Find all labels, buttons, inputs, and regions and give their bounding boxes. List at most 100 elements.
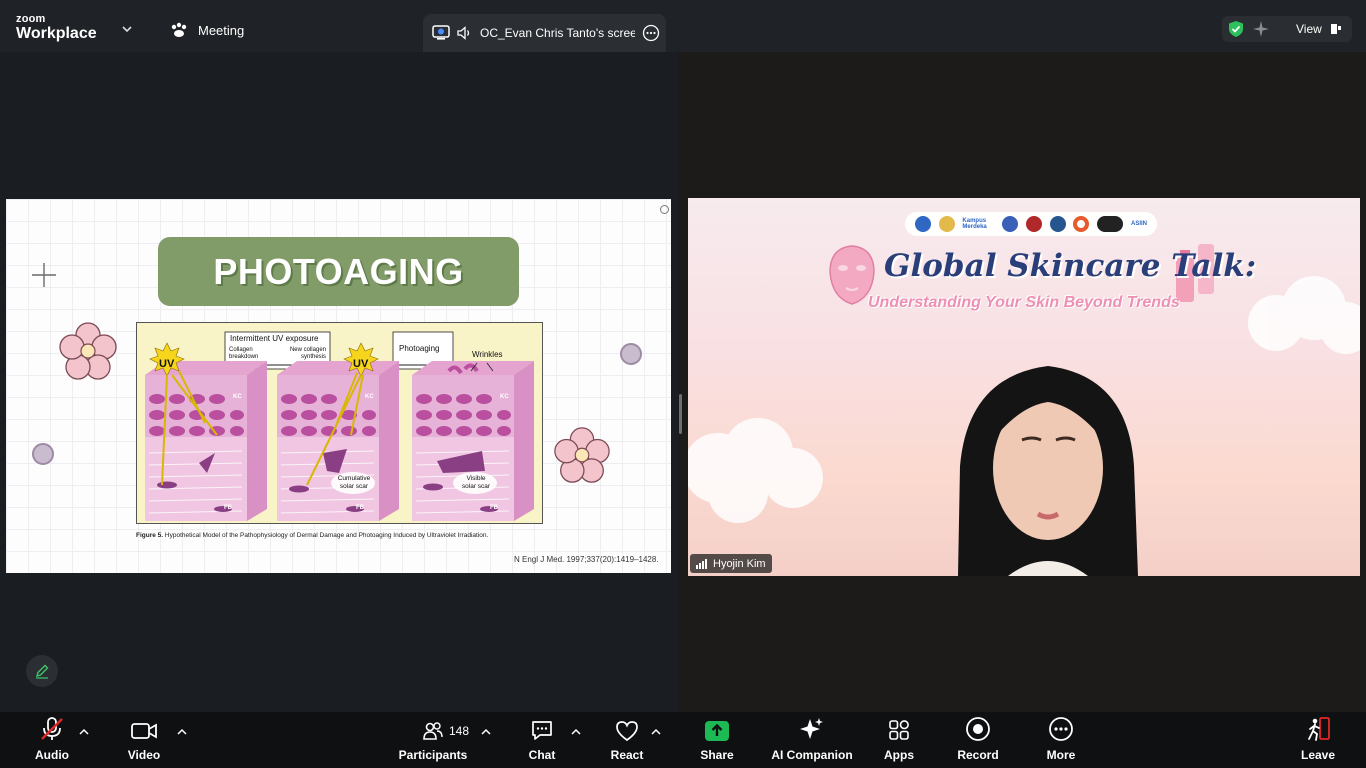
figure-caption: Figure 5. Hypothetical Model of the Path… xyxy=(136,532,488,539)
visible-scar-line2: solar scar xyxy=(461,483,491,490)
leave-button[interactable]: Leave xyxy=(1298,712,1338,768)
skin-block-3 xyxy=(412,361,534,521)
screen-share-icon xyxy=(432,25,450,40)
participant-video-feed xyxy=(958,366,1138,576)
video-camera-icon xyxy=(131,723,157,739)
pencil-icon xyxy=(35,664,49,679)
chat-button[interactable]: Chat xyxy=(522,712,562,768)
logo-icon xyxy=(1097,216,1124,232)
participant-video-tile[interactable]: Kampus Merdeka ASIIN Global Skincare Tal… xyxy=(688,198,1360,576)
chevron-down-icon[interactable] xyxy=(122,24,132,34)
kc-label-3: KC xyxy=(500,394,509,400)
event-banner-subtitle: Understanding Your Skin Beyond Trends xyxy=(868,294,1180,311)
record-icon xyxy=(966,717,990,741)
ai-companion-button[interactable]: AI Companion xyxy=(771,712,853,768)
fb-label-2: FB xyxy=(356,505,364,511)
logo-icon xyxy=(1049,216,1066,232)
figure-citation: N Engl J Med. 1997;337(20):1419–1428. xyxy=(514,555,659,564)
brand-large-text: Workplace xyxy=(16,25,97,42)
record-label: Record xyxy=(957,748,999,762)
logo-icon xyxy=(1025,216,1042,232)
apps-button[interactable]: Apps xyxy=(880,712,918,768)
meeting-label: Meeting xyxy=(198,22,245,38)
collagen-breakdown-label: Collagen breakdown xyxy=(229,347,259,360)
slide-title: PHOTOAGING xyxy=(213,250,464,292)
new-collagen-label: New collagen synthesis xyxy=(289,347,326,360)
audio-label: Audio xyxy=(35,748,69,762)
audio-button[interactable]: Audio xyxy=(30,712,74,768)
more-dots-icon xyxy=(1049,717,1073,741)
microphone-muted-icon xyxy=(41,717,63,740)
record-button[interactable]: Record xyxy=(955,712,1001,768)
leave-label: Leave xyxy=(1300,748,1336,762)
slide-next-arrow[interactable] xyxy=(620,343,642,365)
cumulative-scar-line2: solar scar xyxy=(339,483,369,490)
shared-slide: PHOTOAGING Intermittent UV exposure Coll… xyxy=(6,199,671,573)
slide-prev-arrow[interactable] xyxy=(32,443,54,465)
slide-close-icon[interactable] xyxy=(660,205,669,214)
split-view-handle[interactable] xyxy=(679,394,682,434)
video-button[interactable]: Video xyxy=(122,712,166,768)
uv-label-1: UV xyxy=(159,358,175,370)
participants-icon xyxy=(423,722,443,740)
annotate-button[interactable] xyxy=(26,655,58,687)
chat-bubble-icon xyxy=(532,721,552,740)
ai-companion-label: AI Companion xyxy=(771,748,853,762)
signal-strength-icon xyxy=(696,558,707,569)
apps-label: Apps xyxy=(884,748,914,762)
kc-label-2: KC xyxy=(365,394,374,400)
share-screen-button[interactable]: Share xyxy=(697,712,737,768)
photoaging-figure: Intermittent UV exposure Collagen breakd… xyxy=(136,322,543,524)
view-layout-icon[interactable] xyxy=(1330,23,1342,35)
react-label: React xyxy=(610,748,644,762)
leave-exit-icon xyxy=(1308,717,1330,741)
participants-options-chevron-icon[interactable] xyxy=(481,728,491,736)
paw-icon xyxy=(171,22,187,37)
zoom-workplace-logo: zoom Workplace xyxy=(16,14,97,42)
cumulative-scar-line1: Cumulative xyxy=(337,475,371,482)
intermittent-uv-label: Intermittent UV exposure xyxy=(230,334,319,343)
logo-icon xyxy=(938,216,955,232)
participant-name: Hyojin Kim xyxy=(713,557,766,570)
ai-sparkle-icon[interactable] xyxy=(1252,20,1270,38)
figure-caption-bold: Figure 5. xyxy=(136,532,164,539)
cloud-decoration xyxy=(688,418,823,523)
screen-share-tab[interactable]: OC_Evan Chris Tanto's screer xyxy=(423,14,666,52)
audio-options-chevron-icon[interactable] xyxy=(79,728,89,736)
video-options-chevron-icon[interactable] xyxy=(177,728,187,736)
top-bar: zoom Workplace Meeting OC_Evan Chris Tan… xyxy=(0,0,1366,52)
apps-icon xyxy=(889,720,909,740)
react-options-chevron-icon[interactable] xyxy=(651,728,661,736)
visible-scar-label: Visible solar scar xyxy=(455,475,497,491)
photoaging-label: Photoaging xyxy=(399,344,440,353)
sponsor-logos-strip: Kampus Merdeka ASIIN xyxy=(905,212,1157,236)
security-shield-icon[interactable] xyxy=(1228,20,1244,38)
meeting-menu[interactable]: Meeting xyxy=(170,22,244,38)
meeting-toolbar: Audio Video Participants Chat React Shar… xyxy=(0,712,1366,768)
participants-count: 148 xyxy=(449,724,470,738)
chat-label: Chat xyxy=(528,748,556,762)
figure-caption-text: Hypothetical Model of the Pathophysiolog… xyxy=(163,532,489,539)
more-label: More xyxy=(1046,748,1076,762)
chat-options-chevron-icon[interactable] xyxy=(571,728,581,736)
react-button[interactable]: React xyxy=(607,712,647,768)
fb-label-3: FB xyxy=(490,505,498,511)
slide-title-banner: PHOTOAGING xyxy=(158,237,519,306)
view-button[interactable]: View xyxy=(1296,22,1322,36)
participant-name-tag: Hyojin Kim xyxy=(690,554,772,573)
share-label: Share xyxy=(700,748,734,762)
event-banner-title: Global Skincare Talk: xyxy=(884,248,1257,284)
cumulative-scar-label: Cumulative solar scar xyxy=(333,475,375,491)
top-right-controls: View xyxy=(1222,16,1352,42)
wrinkles-label: Wrinkles xyxy=(472,350,503,359)
more-options-icon[interactable] xyxy=(642,24,660,42)
participants-button[interactable]: Participants xyxy=(398,712,468,768)
more-button[interactable]: More xyxy=(1040,712,1082,768)
brand-small-text: zoom xyxy=(16,13,46,25)
visible-scar-line1: Visible xyxy=(466,475,486,482)
fb-label-1: FB xyxy=(224,505,232,511)
video-label: Video xyxy=(127,748,161,762)
skin-block-2 xyxy=(277,361,399,521)
asiin-logo: ASIIN xyxy=(1131,221,1148,227)
share-tab-label: OC_Evan Chris Tanto's screer xyxy=(480,26,635,40)
